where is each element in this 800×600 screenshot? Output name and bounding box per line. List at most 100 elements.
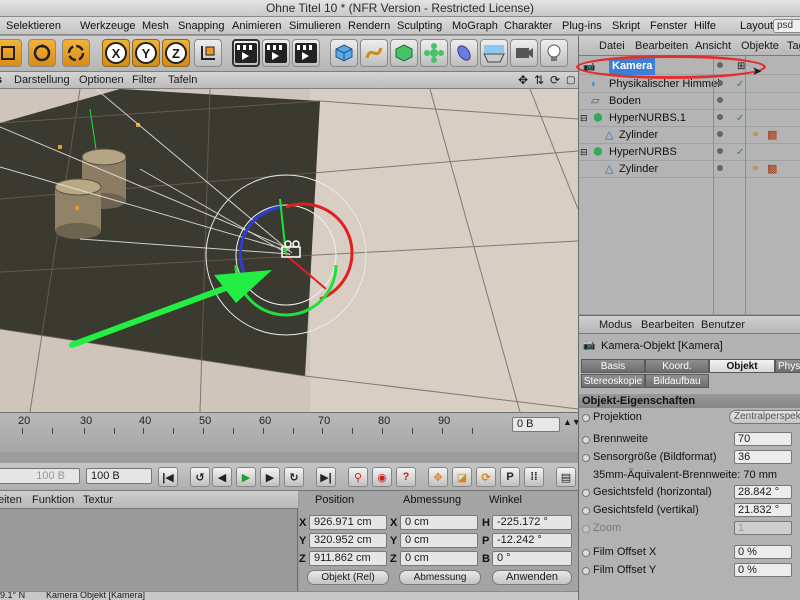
- y-axis-lock-button[interactable]: Y: [132, 39, 160, 67]
- 3d-viewport[interactable]: [0, 89, 578, 412]
- previous-frame-icon[interactable]: ◀: [212, 467, 232, 487]
- rotation-key-icon[interactable]: ⟳: [476, 467, 496, 487]
- max-frame-field[interactable]: 100 B: [86, 468, 152, 484]
- position-y-field[interactable]: 320.952 cm: [309, 533, 387, 548]
- enabled-check-icon[interactable]: ✓: [736, 110, 744, 127]
- tab-physikalisch[interactable]: Physik: [775, 359, 800, 373]
- viewport-pan-icon[interactable]: ✥: [518, 72, 528, 89]
- size-x-field[interactable]: 0 cm: [400, 515, 478, 530]
- phong-tag-icon[interactable]: ⚭: [751, 161, 760, 178]
- render-picture-viewer-icon[interactable]: [262, 39, 290, 67]
- menu-item-simulieren[interactable]: Simulieren: [289, 17, 341, 35]
- viewport-maximize-icon[interactable]: ▢: [566, 72, 575, 89]
- render-settings-icon[interactable]: [292, 39, 320, 67]
- menu-item-plugins[interactable]: Plug-ins: [562, 17, 602, 35]
- scale-key-icon[interactable]: ◪: [452, 467, 472, 487]
- nurbs-icon[interactable]: [390, 39, 418, 67]
- previous-key-icon[interactable]: ↺: [190, 467, 210, 487]
- menu-item-mesh[interactable]: Mesh: [142, 17, 169, 35]
- menu-item-selektieren[interactable]: Selektieren: [6, 17, 61, 35]
- menu-item-animieren[interactable]: Animieren: [232, 17, 282, 35]
- material-menu-bearbeiten[interactable]: eiten: [0, 491, 22, 509]
- collapse-icon[interactable]: ⊟: [580, 144, 588, 161]
- viewport-zoom-icon[interactable]: ⇅: [534, 72, 544, 89]
- rotation-p-field[interactable]: -12.242 °: [492, 533, 572, 548]
- point-level-icon[interactable]: ⁞⁞: [524, 467, 544, 487]
- position-key-icon[interactable]: ✥: [428, 467, 448, 487]
- menu-item-snapping[interactable]: Snapping: [178, 17, 225, 35]
- enabled-check-icon[interactable]: ✓: [736, 76, 744, 93]
- viewport-menu-filter[interactable]: Filter: [132, 72, 156, 89]
- keyframe-selection-icon[interactable]: ?: [396, 467, 416, 487]
- render-view-icon[interactable]: [232, 39, 260, 67]
- layout-select[interactable]: psd: [773, 19, 800, 33]
- menu-item-fenster[interactable]: Fenster: [650, 17, 687, 35]
- apply-button[interactable]: Anwenden: [492, 570, 572, 585]
- object-row-hypernurbs-1[interactable]: ⊟ ⬢ HyperNURBS.1 ✓: [579, 110, 800, 127]
- autokey-icon[interactable]: ◉: [372, 467, 392, 487]
- menu-item-rendern[interactable]: Rendern: [348, 17, 390, 35]
- object-row-zylinder-2[interactable]: △ Zylinder ⚭ ▩: [579, 161, 800, 178]
- material-menu-funktion[interactable]: Funktion: [32, 491, 74, 509]
- menu-item-charakter[interactable]: Charakter: [504, 17, 552, 35]
- obj-menu-tags[interactable]: Tag: [787, 36, 800, 56]
- sensor-size-field[interactable]: 36: [734, 450, 792, 464]
- rotate-tool-icon[interactable]: [28, 39, 56, 67]
- material-menu-textur[interactable]: Textur: [83, 491, 113, 509]
- record-key-icon[interactable]: ⚲: [348, 467, 368, 487]
- section-objekt-eigenschaften[interactable]: Objekt-Eigenschaften: [579, 394, 800, 408]
- menu-item-mograph[interactable]: MoGraph: [452, 17, 498, 35]
- menu-item-hilfe[interactable]: Hilfe: [694, 17, 716, 35]
- spline-pen-icon[interactable]: [360, 39, 388, 67]
- tab-objekt[interactable]: Objekt: [709, 359, 775, 373]
- play-icon[interactable]: ▶: [236, 467, 256, 487]
- attr-menu-benutzer[interactable]: Benutzer: [701, 316, 745, 334]
- x-axis-lock-button[interactable]: X: [102, 39, 130, 67]
- z-axis-lock-button[interactable]: Z: [162, 39, 190, 67]
- obj-menu-bearbeiten[interactable]: Bearbeiten: [635, 36, 688, 56]
- viewport-rotate-icon[interactable]: ⟳: [550, 72, 560, 89]
- next-key-icon[interactable]: ↻: [284, 467, 304, 487]
- size-z-field[interactable]: 0 cm: [400, 551, 478, 566]
- tab-stereoskopie[interactable]: Stereoskopie: [581, 374, 645, 388]
- coordinate-system-icon[interactable]: [194, 39, 222, 67]
- film-offset-y-field[interactable]: 0 %: [734, 563, 792, 577]
- film-offset-x-field[interactable]: 0 %: [734, 545, 792, 559]
- enabled-check-icon[interactable]: ✓: [736, 144, 744, 161]
- go-to-start-icon[interactable]: |◀: [158, 467, 178, 487]
- timeline[interactable]: 20 30 40 50 60 70 80 90 0 B ▲▼: [0, 412, 581, 452]
- scheme-icon[interactable]: ▤: [556, 467, 576, 487]
- next-frame-icon[interactable]: ▶: [260, 467, 280, 487]
- collapse-icon[interactable]: ⊟: [580, 110, 588, 127]
- tab-basis[interactable]: Basis: [581, 359, 645, 373]
- fov-vertical-field[interactable]: 21.832 °: [734, 503, 792, 517]
- menu-item-skript[interactable]: Skript: [612, 17, 640, 35]
- deformer-icon[interactable]: [450, 39, 478, 67]
- menu-item-sculpting[interactable]: Sculpting: [397, 17, 442, 35]
- object-row-zylinder-1[interactable]: △ Zylinder ⚭ ▩: [579, 127, 800, 144]
- size-y-field[interactable]: 0 cm: [400, 533, 478, 548]
- array-icon[interactable]: [420, 39, 448, 67]
- current-frame-field[interactable]: 0 B: [512, 417, 560, 432]
- phong-tag-icon[interactable]: ⚭: [751, 127, 760, 144]
- tab-bildaufbau[interactable]: Bildaufbau: [645, 374, 709, 388]
- floor-scene-icon[interactable]: [480, 39, 508, 67]
- light-icon[interactable]: [540, 39, 568, 67]
- obj-menu-datei[interactable]: Datei: [599, 36, 625, 56]
- tab-koord[interactable]: Koord.: [645, 359, 709, 373]
- menu-item-werkzeuge[interactable]: Werkzeuge: [80, 17, 135, 35]
- obj-menu-ansicht[interactable]: Ansicht: [695, 36, 731, 56]
- parameter-key-icon[interactable]: P: [500, 467, 520, 487]
- min-frame-field[interactable]: 100 B: [0, 468, 80, 484]
- move-tool-icon[interactable]: [0, 39, 22, 67]
- object-row-hypernurbs[interactable]: ⊟ ⬢ HyperNURBS ✓: [579, 144, 800, 161]
- size-mode-dropdown[interactable]: Abmessung: [399, 570, 481, 585]
- projection-dropdown[interactable]: Zentralperspektive: [729, 410, 800, 424]
- focal-length-field[interactable]: 70: [734, 432, 792, 446]
- timeline-ruler[interactable]: 20 30 40 50 60 70 80 90: [0, 413, 510, 434]
- go-to-end-icon[interactable]: ▶|: [316, 467, 336, 487]
- viewport-menu-tafeln[interactable]: Tafeln: [168, 72, 197, 89]
- material-tag-icon[interactable]: ▩: [767, 161, 777, 178]
- viewport-menu-darstellung[interactable]: Darstellung: [14, 72, 70, 89]
- object-row-boden[interactable]: ▱ Boden: [579, 93, 800, 110]
